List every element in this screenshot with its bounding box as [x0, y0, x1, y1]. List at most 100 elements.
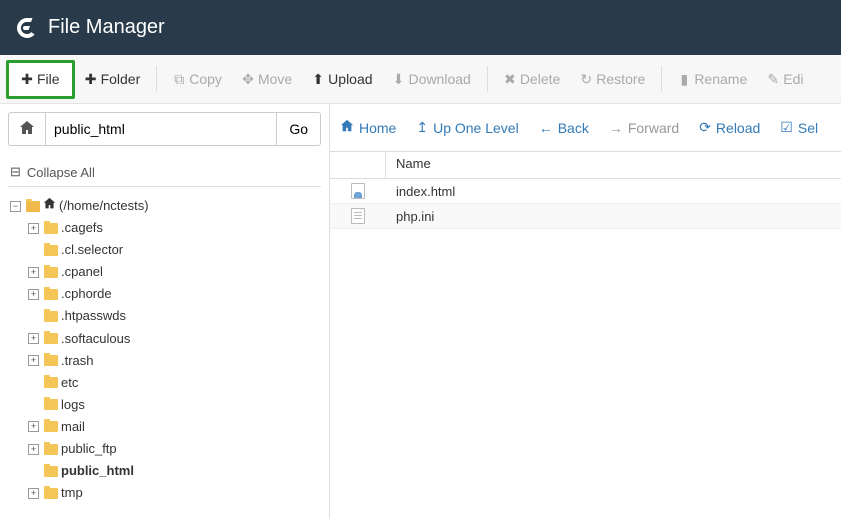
move-icon: ✥ [242, 71, 254, 88]
collapse-toggle-icon[interactable]: − [10, 201, 21, 212]
tree-item[interactable]: etc [28, 372, 321, 394]
path-input[interactable] [46, 112, 277, 146]
rename-button[interactable]: ▮ Rename [668, 63, 757, 96]
tree-item[interactable]: + mail [28, 416, 321, 438]
nav-select-button[interactable]: ☑ Sel [780, 119, 818, 136]
folder-icon [44, 377, 58, 388]
reload-icon: ⟳ [699, 119, 711, 136]
folder-icon [44, 466, 58, 477]
nav-forward-button[interactable]: → Forward [609, 120, 679, 136]
folder-icon [26, 201, 40, 212]
col-icon[interactable] [330, 152, 386, 178]
nav-up-button[interactable]: ↥ Up One Level [416, 119, 518, 136]
folder-icon [44, 399, 58, 410]
plus-icon: ✚ [21, 71, 33, 88]
expand-toggle-icon[interactable]: + [28, 333, 39, 344]
tree-item[interactable]: + .cagefs [28, 217, 321, 239]
tree-item-label: .cphorde [61, 283, 112, 305]
file-list: index.html php.ini [330, 179, 841, 519]
delete-icon: ✖ [504, 71, 516, 88]
file-row[interactable]: index.html [330, 179, 841, 204]
expand-toggle-icon[interactable]: + [28, 289, 39, 300]
expand-toggle-icon[interactable]: + [28, 355, 39, 366]
folder-icon [44, 289, 58, 300]
delete-button[interactable]: ✖ Delete [494, 63, 570, 96]
tree-item-label: .htpasswds [61, 305, 126, 327]
expand-toggle-icon [28, 399, 39, 410]
tree-item[interactable]: +tmp [28, 482, 321, 504]
separator [661, 66, 662, 92]
tree-item[interactable]: .htpasswds [28, 305, 321, 327]
home-icon [19, 120, 35, 139]
home-icon [43, 195, 56, 217]
col-name[interactable]: Name [386, 152, 841, 178]
nav-reload-button[interactable]: ⟳ Reload [699, 119, 760, 136]
toolbar: ✚ File ✚ Folder ⧉ Copy ✥ Move ⬆ Upload ⬇… [0, 55, 841, 104]
tree-item-label: logs [61, 394, 85, 416]
expand-toggle-icon[interactable]: + [28, 488, 39, 499]
app-title: File Manager [48, 16, 165, 39]
expand-toggle-icon [28, 377, 39, 388]
tree-item-label: public_html [61, 460, 134, 482]
move-button[interactable]: ✥ Move [232, 63, 302, 96]
folder-icon [44, 223, 58, 234]
separator [156, 66, 157, 92]
nav-bar: Home ↥ Up One Level ← Back → Forward ⟳ R… [330, 104, 841, 152]
back-icon: ← [539, 120, 553, 136]
home-icon [340, 119, 354, 136]
copy-button[interactable]: ⧉ Copy [163, 63, 232, 96]
expand-toggle-icon[interactable]: + [28, 421, 39, 432]
nav-back-button[interactable]: ← Back [539, 120, 589, 136]
tree-item-label: .cl.selector [61, 239, 123, 261]
tree-item-label: .softaculous [61, 328, 130, 350]
collapse-all-button[interactable]: ⊟ Collapse All [8, 158, 321, 187]
sidebar: Go ⊟ Collapse All − (/home/nctests) + .ca… [0, 104, 330, 519]
tree-item[interactable]: public_html [28, 460, 321, 482]
go-button[interactable]: Go [277, 112, 321, 146]
file-row[interactable]: php.ini [330, 204, 841, 229]
file-type-icon [330, 208, 386, 224]
folder-icon [44, 444, 58, 455]
tree-item[interactable]: + .trash [28, 350, 321, 372]
tree-item[interactable]: logs [28, 394, 321, 416]
new-folder-button[interactable]: ✚ Folder [75, 63, 151, 96]
tree-item-label: .cpanel [61, 261, 103, 283]
tree-item-label: mail [61, 416, 85, 438]
tree-item-label: public_ftp [61, 438, 117, 460]
tree-item[interactable]: + .cphorde [28, 283, 321, 305]
restore-button[interactable]: ↻ Restore [570, 63, 655, 96]
rename-icon: ▮ [678, 71, 690, 88]
upload-button[interactable]: ⬆ Upload [302, 63, 382, 96]
expand-toggle-icon[interactable]: + [28, 223, 39, 234]
table-header: Name [330, 152, 841, 179]
folder-icon [44, 267, 58, 278]
folder-icon [44, 333, 58, 344]
tree-item[interactable]: + .softaculous [28, 328, 321, 350]
home-button[interactable] [8, 112, 46, 146]
expand-toggle-icon[interactable]: + [28, 444, 39, 455]
tree-item-label: etc [61, 372, 78, 394]
restore-icon: ↻ [580, 71, 592, 88]
tree-item-label: .trash [61, 350, 94, 372]
check-icon: ☑ [780, 119, 793, 136]
edit-button[interactable]: ✎ Edi [757, 63, 813, 96]
app-header: File Manager [0, 0, 841, 55]
download-button[interactable]: ⬇ Download [383, 63, 481, 96]
folder-icon [44, 311, 58, 322]
tree-item[interactable]: + .cpanel [28, 261, 321, 283]
expand-toggle-icon[interactable]: + [28, 267, 39, 278]
tree-root[interactable]: − (/home/nctests) [10, 195, 321, 217]
new-file-button[interactable]: ✚ File [6, 60, 75, 99]
copy-icon: ⧉ [173, 71, 185, 88]
tree-item-label: .cagefs [61, 217, 103, 239]
cpanel-logo-icon [14, 16, 38, 40]
folder-icon [44, 245, 58, 256]
tree-item[interactable]: .cl.selector [28, 239, 321, 261]
plus-icon: ✚ [85, 71, 97, 88]
nav-home-button[interactable]: Home [340, 119, 396, 136]
download-icon: ⬇ [393, 71, 405, 88]
path-bar: Go [8, 112, 321, 146]
tree-item[interactable]: + public_ftp [28, 438, 321, 460]
expand-toggle-icon [28, 311, 39, 322]
file-name: index.html [386, 184, 841, 199]
